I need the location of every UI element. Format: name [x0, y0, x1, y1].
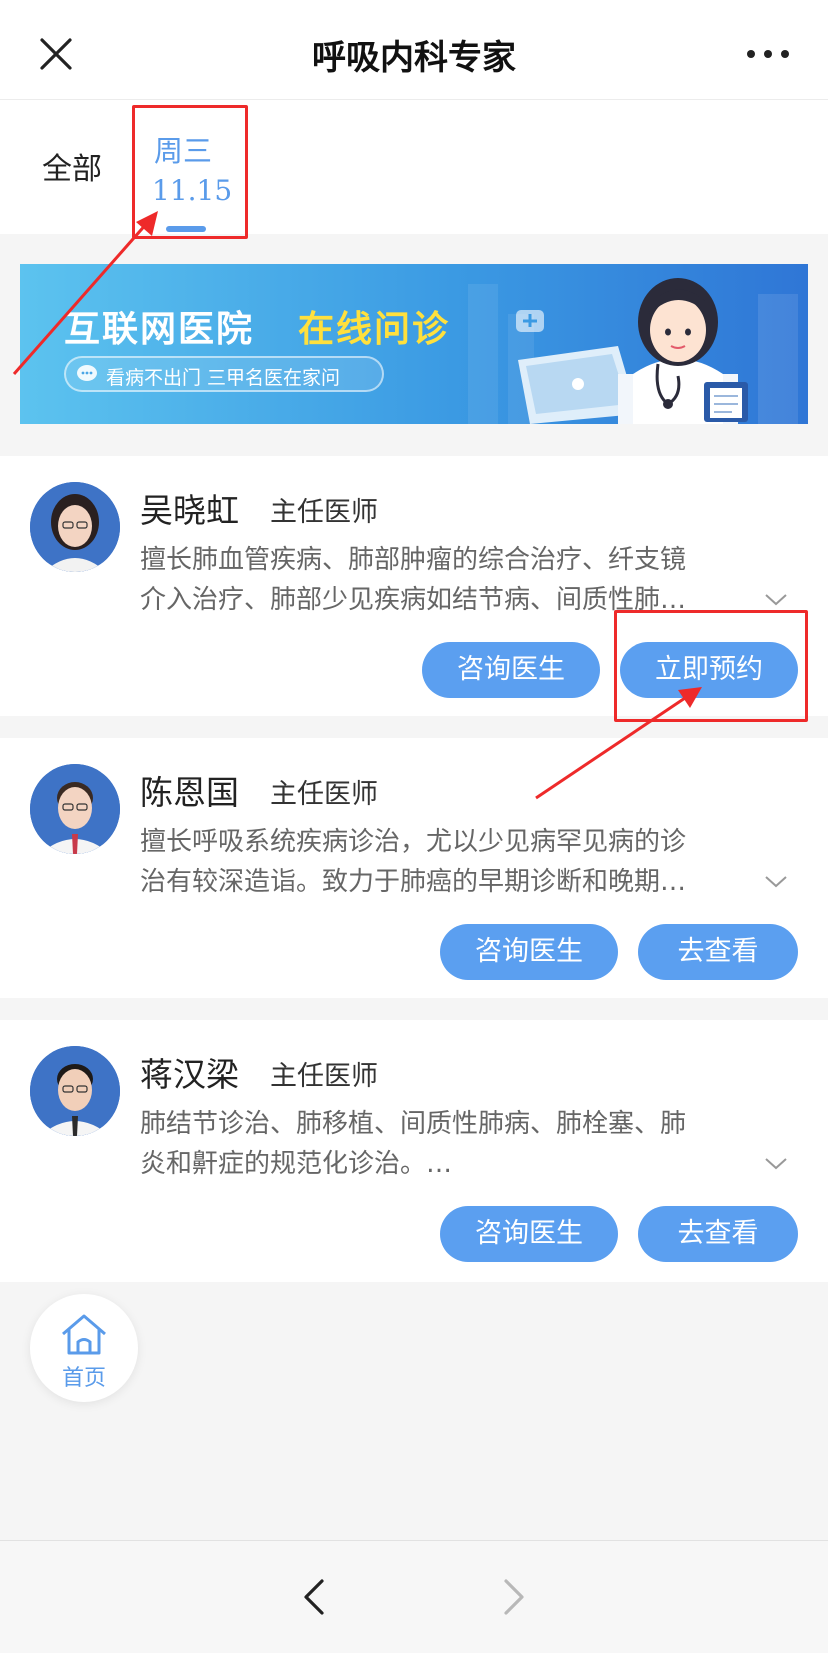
doctor-title: 主任医师 [270, 779, 378, 810]
description-line: 炎和鼾症的规范化诊治。… [140, 1149, 453, 1179]
doctor-title: 主任医师 [270, 1061, 378, 1092]
description-line: 治有较深造诣。致力于肺癌的早期诊断和晚期… [140, 867, 687, 897]
tab-day-label: 周三 [154, 134, 213, 168]
bottom-nav-bar [0, 1540, 828, 1653]
home-icon [62, 1314, 106, 1355]
doctor-description: 擅长呼吸系统疾病诊治，尤以少见病罕见病的诊 治有较深造诣。致力于肺癌的早期诊断和… [140, 822, 750, 902]
avatar[interactable] [30, 764, 120, 854]
chat-icon [77, 365, 97, 381]
page-title: 呼吸内科专家 [312, 38, 516, 78]
description-line: 擅长呼吸系统疾病诊治，尤以少见病罕见病的诊 [140, 827, 687, 857]
tab-active-indicator [166, 226, 206, 232]
chevron-down-icon[interactable] [764, 875, 788, 889]
avatar[interactable] [30, 1046, 120, 1136]
description-line: 介入治疗、肺部少见疾病如结节病、间质性肺… [140, 585, 687, 615]
consult-doctor-button[interactable]: 咨询医生 [422, 642, 600, 698]
description-line: 擅长肺血管疾病、肺部肿瘤的综合治疗、纤支镜 [140, 545, 687, 575]
promo-banner[interactable]: 互联网医院 在线问诊 看病不出门 三甲名医在家问 [20, 264, 808, 424]
back-arrow-icon[interactable] [300, 1577, 328, 1617]
more-icon[interactable] [746, 44, 790, 64]
view-button[interactable]: 去查看 [638, 924, 798, 980]
banner-slogan-pill: 看病不出门 三甲名医在家问 [64, 356, 384, 392]
description-line: 肺结节诊治、肺移植、间质性肺病、肺栓塞、肺 [140, 1109, 687, 1139]
avatar[interactable] [30, 482, 120, 572]
tab-wednesday[interactable]: 周三 11.15 [132, 106, 248, 234]
doctor-name: 蒋汉梁 [140, 1055, 239, 1094]
tab-date-label: 11.15 [152, 174, 233, 207]
consult-doctor-button[interactable]: 咨询医生 [440, 1206, 618, 1262]
banner-title: 互联网医院 [64, 309, 255, 350]
home-label: 首页 [61, 1366, 106, 1391]
doctor-illustration [468, 278, 798, 424]
top-bar: 呼吸内科专家 [0, 0, 828, 100]
doctor-card: 吴晓虹 主任医师 擅长肺血管疾病、肺部肿瘤的综合治疗、纤支镜 介入治疗、肺部少见… [0, 456, 828, 716]
chevron-down-icon[interactable] [764, 593, 788, 607]
doctor-name: 吴晓虹 [140, 491, 239, 530]
doctor-description: 肺结节诊治、肺移植、间质性肺病、肺栓塞、肺 炎和鼾症的规范化诊治。… [140, 1104, 750, 1184]
banner-slogan: 看病不出门 三甲名医在家问 [106, 367, 341, 389]
consult-doctor-button[interactable]: 咨询医生 [440, 924, 618, 980]
view-button[interactable]: 去查看 [638, 1206, 798, 1262]
doctor-description: 擅长肺血管疾病、肺部肿瘤的综合治疗、纤支镜 介入治疗、肺部少见疾病如结节病、间质… [140, 540, 750, 620]
tab-all[interactable]: 全部 [42, 144, 102, 188]
home-button[interactable]: 首页 [30, 1294, 138, 1402]
forward-arrow-icon[interactable] [500, 1577, 528, 1617]
doctor-card: 蒋汉梁 主任医师 肺结节诊治、肺移植、间质性肺病、肺栓塞、肺 炎和鼾症的规范化诊… [0, 1020, 828, 1282]
chevron-down-icon[interactable] [764, 1157, 788, 1171]
banner-accent: 在线问诊 [298, 309, 451, 350]
book-now-button[interactable]: 立即预约 [620, 642, 798, 698]
doctor-name: 陈恩国 [140, 773, 239, 812]
date-tabs: 全部 周三 11.15 [0, 100, 828, 234]
doctor-card: 陈恩国 主任医师 擅长呼吸系统疾病诊治，尤以少见病罕见病的诊 治有较深造诣。致力… [0, 738, 828, 998]
doctor-title: 主任医师 [270, 497, 378, 528]
